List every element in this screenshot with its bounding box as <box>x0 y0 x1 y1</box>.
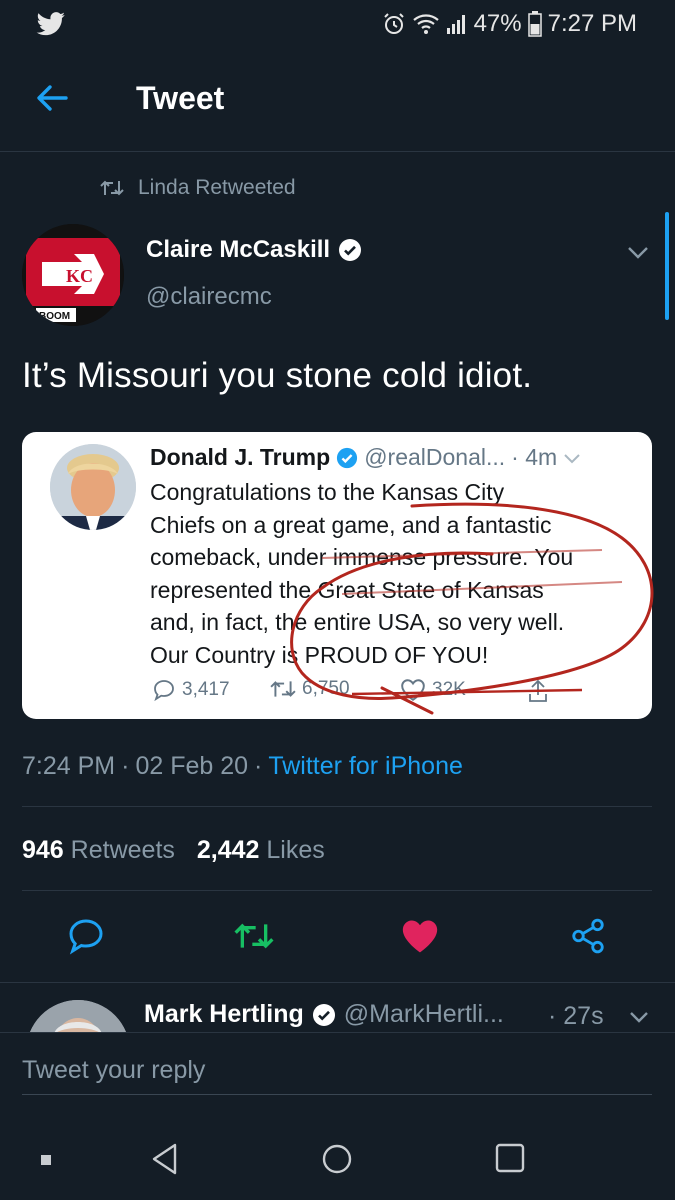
alarm-icon <box>383 13 404 34</box>
clock-time: 7:27 PM <box>547 10 637 37</box>
nav-back-icon[interactable] <box>150 1142 180 1176</box>
author-handle[interactable]: @clairecmc <box>146 283 272 311</box>
wifi-icon <box>412 14 439 34</box>
likes-label: Likes <box>266 836 325 864</box>
share-icon <box>529 679 547 702</box>
tweet-meta: 7:24 PM · 02 Feb 20 · Twitter for iPhone <box>22 752 463 781</box>
quoted-share <box>526 678 550 704</box>
quoted-line: Our Country is PROUD OF YOU! <box>150 641 489 668</box>
quoted-retweet-count: 6,750 <box>270 678 350 700</box>
quoted-line: and, in fact, the entire USA, so very we… <box>150 609 565 635</box>
quoted-actions: 3,417 6,750 32K <box>152 678 572 710</box>
like-button[interactable] <box>398 914 442 958</box>
reply-author-name[interactable]: Mark Hertling <box>144 1000 304 1029</box>
retweets-label: Retweets <box>70 836 175 864</box>
reply-count: 3,417 <box>182 679 230 700</box>
twitter-bird-icon <box>36 12 65 36</box>
reply-composer <box>0 1032 675 1114</box>
quoted-line: represented the Great State of Kansas <box>150 576 544 603</box>
retweet-icon <box>100 180 124 196</box>
divider <box>22 806 652 807</box>
retweet-icon <box>270 681 296 697</box>
author-name[interactable]: Claire McCaskill <box>146 236 330 264</box>
system-nav-bar <box>0 1114 675 1200</box>
back-arrow-icon[interactable] <box>32 78 72 118</box>
status-bar: 47% 7:27 PM <box>0 0 675 48</box>
signal-icon <box>446 15 465 34</box>
likes-count: 2,442 <box>196 836 260 864</box>
avatar-badge: BOOM <box>39 311 70 322</box>
meta-separator: · <box>254 752 263 780</box>
quoted-reply-count: 3,417 <box>152 678 230 702</box>
quoted-text: Congratulations to the Kansas City Chief… <box>150 476 640 671</box>
author-name-row[interactable]: Claire McCaskill <box>146 236 362 264</box>
reply-header[interactable]: Mark Hertling @MarkHertli... <box>144 1000 504 1029</box>
quoted-author-handle: @realDonal... <box>364 444 506 470</box>
quoted-like-count: 32K <box>400 678 466 702</box>
page-title: Tweet <box>136 80 225 116</box>
divider <box>0 982 675 983</box>
quoted-tweet-card[interactable]: Donald J. Trump @realDonal... · 4m Congr… <box>22 432 654 719</box>
reply-button[interactable] <box>64 914 108 958</box>
quoted-time: · 4m <box>511 444 558 470</box>
status-right: 47% 7:27 PM <box>382 8 637 40</box>
retweets-stat[interactable]: 946 Retweets <box>22 836 175 865</box>
retweet-button[interactable] <box>232 914 276 958</box>
retweeted-by-label: Linda Retweeted <box>138 176 296 199</box>
quoted-line: Congratulations to the Kansas City <box>150 479 505 505</box>
chiefs-logo-avatar: KC BOOM <box>22 224 124 326</box>
quoted-header: Donald J. Trump @realDonal... · 4m <box>150 444 581 471</box>
nav-menu-dot-icon[interactable] <box>40 1154 52 1166</box>
quoted-avatar <box>50 444 136 530</box>
chevron-down-icon <box>564 453 580 463</box>
reply-input[interactable] <box>22 1047 652 1095</box>
reply-icon <box>154 680 174 702</box>
divider <box>22 890 652 891</box>
trump-portrait-avatar <box>50 444 136 530</box>
app-header: Tweet <box>0 48 675 152</box>
chevron-down-icon[interactable] <box>628 1008 650 1026</box>
chevron-down-icon[interactable] <box>626 242 650 262</box>
battery-percent: 47% <box>473 10 522 37</box>
quoted-line: comeback, under immense pressure. You <box>150 544 574 570</box>
tweet-source-link[interactable]: Twitter for iPhone <box>268 752 463 781</box>
quoted-author-name: Donald J. Trump <box>150 444 331 470</box>
verified-badge-icon <box>337 447 358 468</box>
likes-stat[interactable]: 2,442 Likes <box>197 836 325 865</box>
retweets-count: 946 <box>22 836 64 864</box>
battery-icon <box>527 11 542 37</box>
tweet-date: 02 Feb 20 <box>135 752 249 780</box>
quoted-line: Chiefs on a great game, and a fantastic <box>150 511 552 538</box>
heart-outline-icon <box>401 679 425 701</box>
tweet-stats: 946 Retweets 2,442 Likes <box>22 836 325 865</box>
avatar[interactable]: KC BOOM <box>22 224 124 326</box>
share-icon <box>572 918 604 954</box>
verified-badge-icon <box>312 1003 335 1026</box>
share-button[interactable] <box>566 914 610 958</box>
retweet-icon <box>234 923 274 949</box>
reply-time: · 27s <box>548 1002 604 1030</box>
reply-author-handle[interactable]: @MarkHertli... <box>344 1000 504 1029</box>
like-count: 32K <box>432 679 466 700</box>
nav-recents-icon[interactable] <box>494 1142 526 1174</box>
reply-icon <box>69 919 103 955</box>
heart-filled-icon <box>402 920 438 953</box>
tweet-time: 7:24 PM <box>22 752 116 780</box>
tweet-text: It’s Missouri you stone cold idiot. <box>22 356 533 395</box>
meta-separator: · <box>121 752 130 780</box>
nav-home-icon[interactable] <box>320 1142 354 1176</box>
scroll-indicator <box>665 212 669 320</box>
retweet-context: Linda Retweeted <box>100 174 296 202</box>
retweet-count: 6,750 <box>302 678 350 699</box>
verified-badge-icon <box>339 239 362 261</box>
svg-text:KC: KC <box>66 266 93 286</box>
